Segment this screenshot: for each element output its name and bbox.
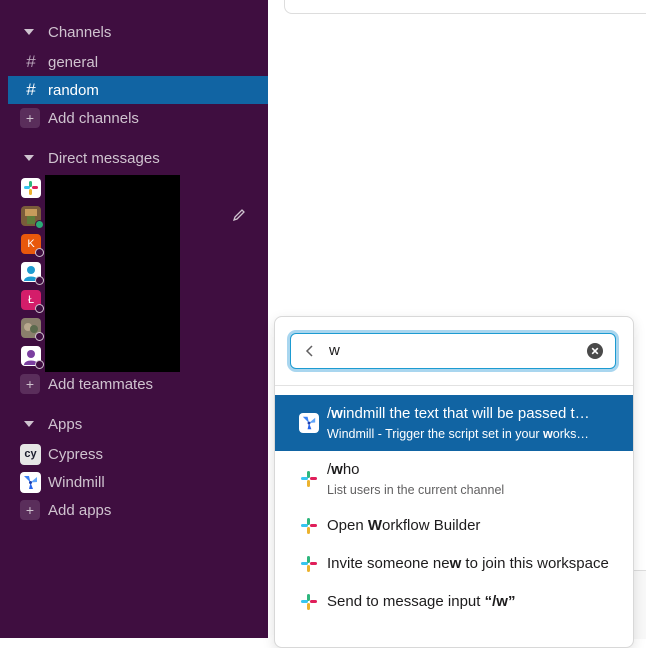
channel-label: general: [48, 53, 99, 71]
caret-down-icon: [24, 29, 34, 35]
slack-logo-icon: [299, 469, 319, 489]
result-title: /who: [327, 461, 360, 478]
redacted-dm-names: [45, 175, 180, 372]
presence-away-icon: [35, 276, 44, 285]
caret-down-icon: [24, 421, 34, 427]
add-apps-label: Add apps: [48, 501, 112, 519]
result-title: /windmill the text that will be passed t…: [327, 405, 590, 422]
plus-icon: +: [20, 374, 40, 394]
shortcuts-popup: /windmill the text that will be passed t…: [274, 316, 634, 648]
add-teammates-label: Add teammates: [48, 375, 154, 393]
sidebar-channel-random[interactable]: # random: [8, 76, 268, 104]
sidebar: Channels # general # random + Add channe…: [8, 0, 268, 638]
presence-away-icon: [35, 360, 44, 369]
clear-search-icon[interactable]: [587, 343, 603, 359]
presence-away-icon: [35, 332, 44, 341]
apps-section-header[interactable]: Apps: [8, 410, 268, 438]
add-teammates-button[interactable]: + Add teammates: [8, 370, 268, 398]
shortcut-search-input[interactable]: [329, 339, 569, 361]
slack-logo-avatar: [21, 178, 41, 198]
channels-header-label: Channels: [48, 23, 112, 41]
back-chevron-icon[interactable]: [303, 344, 317, 358]
caret-down-icon: [24, 155, 34, 161]
app-label: Windmill: [48, 473, 105, 491]
sidebar-app-cypress[interactable]: cy Cypress: [8, 440, 268, 468]
result-title: Send to message input “/w”: [327, 593, 516, 610]
message-card: [284, 0, 646, 14]
result-subtitle: List users in the current channel: [327, 483, 505, 497]
windmill-icon: [20, 471, 41, 493]
slack-logo-icon: [299, 554, 319, 574]
shortcut-result[interactable]: Invite someone new to join this workspac…: [275, 545, 633, 583]
windmill-icon: [299, 413, 319, 433]
dm-header-label: Direct messages: [48, 149, 160, 167]
cypress-icon: cy: [20, 443, 41, 465]
presence-away-icon: [35, 304, 44, 313]
channels-section-header[interactable]: Channels: [8, 18, 268, 46]
shortcut-result[interactable]: Send to message input “/w”: [275, 583, 633, 621]
plus-icon: +: [20, 500, 40, 520]
presence-away-icon: [35, 248, 44, 257]
sidebar-edge: [0, 0, 8, 638]
plus-icon: +: [20, 108, 40, 128]
shortcut-search-box: [290, 333, 616, 369]
result-subtitle: Windmill - Trigger the script set in you…: [327, 427, 589, 441]
apps-header-label: Apps: [48, 415, 83, 433]
composer-edge: [632, 570, 646, 639]
pencil-icon[interactable]: [232, 208, 246, 222]
app-label: Cypress: [48, 445, 104, 463]
channel-label: random: [48, 81, 99, 99]
slack-logo-icon: [299, 516, 319, 536]
shortcut-result[interactable]: /windmill the text that will be passed t…: [275, 395, 633, 451]
shortcut-result[interactable]: /who List users in the current channel: [275, 451, 633, 507]
hash-icon: #: [26, 52, 36, 71]
divider: [275, 385, 633, 386]
add-apps-button[interactable]: + Add apps: [8, 496, 268, 524]
result-title: Open Workflow Builder: [327, 517, 481, 534]
hash-icon: #: [26, 80, 36, 99]
sidebar-app-windmill[interactable]: Windmill: [8, 468, 268, 496]
sidebar-channel-general[interactable]: # general: [8, 48, 268, 76]
presence-active-icon: [35, 220, 44, 229]
dm-section-header[interactable]: Direct messages: [8, 144, 268, 172]
add-channels-button[interactable]: + Add channels: [8, 104, 268, 132]
shortcut-result[interactable]: Open Workflow Builder: [275, 507, 633, 545]
add-channels-label: Add channels: [48, 109, 139, 127]
slack-logo-icon: [299, 592, 319, 612]
result-title: Invite someone new to join this workspac…: [327, 555, 609, 572]
